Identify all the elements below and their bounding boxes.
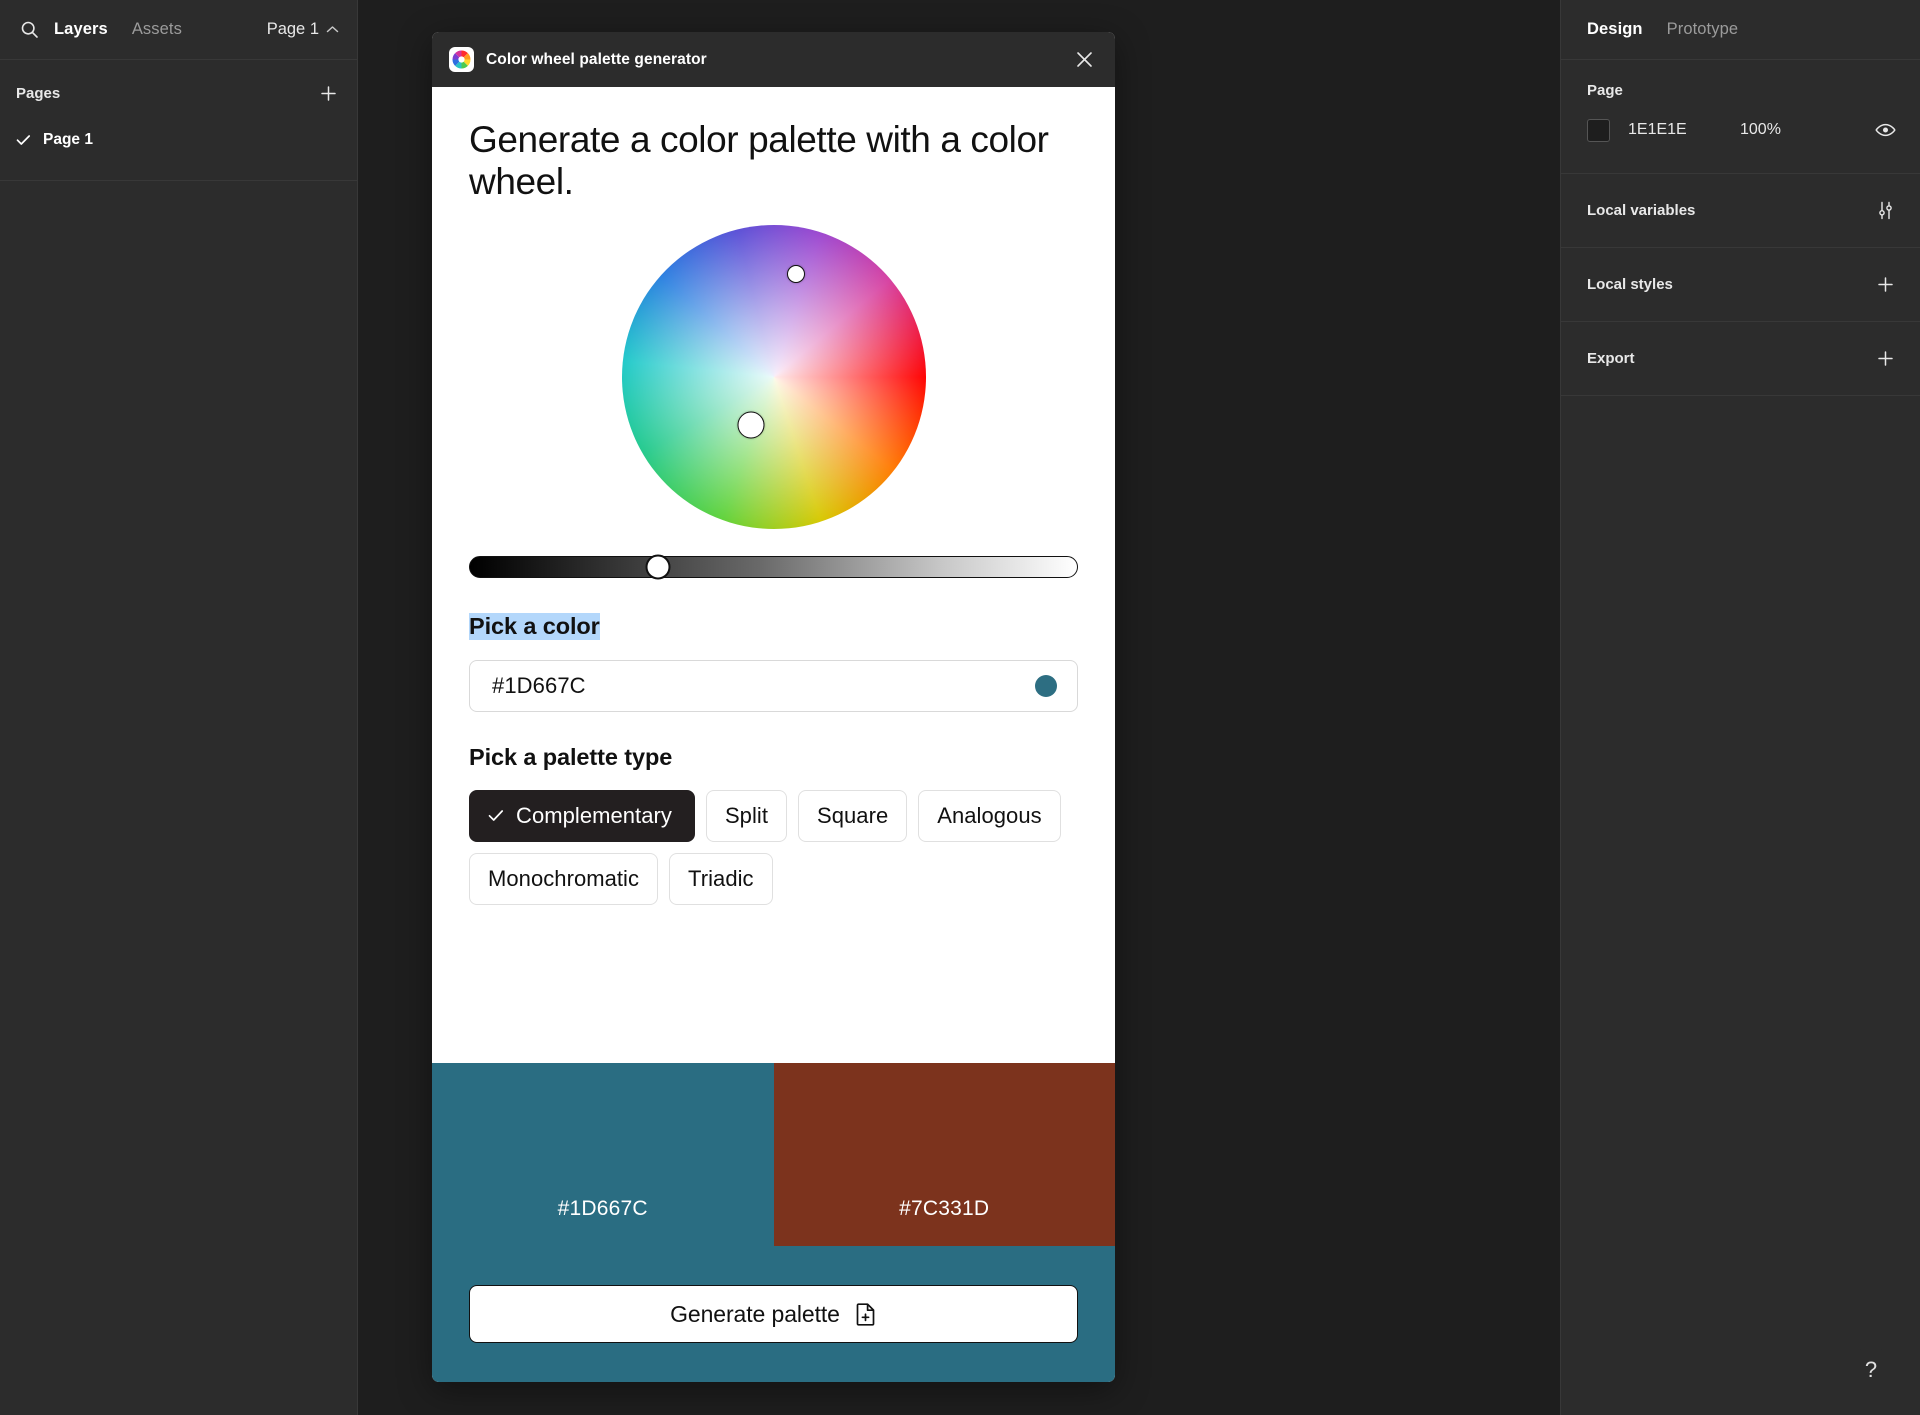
right-sidebar-tabs: Design Prototype xyxy=(1561,0,1920,60)
brightness-slider[interactable] xyxy=(469,554,1078,580)
right-sidebar: Design Prototype Page 1E1E1E 100% Local … xyxy=(1560,0,1920,1415)
add-export-button[interactable] xyxy=(1870,344,1900,374)
add-page-button[interactable] xyxy=(313,78,343,108)
plugin-heading: Generate a color palette with a color wh… xyxy=(469,119,1049,202)
plus-icon xyxy=(1877,351,1893,366)
plugin-title: Color wheel palette generator xyxy=(486,50,707,68)
brightness-slider-track[interactable] xyxy=(469,555,1078,578)
color-wheel-marker-primary[interactable] xyxy=(787,265,806,284)
palette-type-triadic[interactable]: Triadic xyxy=(669,852,773,905)
pick-a-palette-type-label: Pick a palette type xyxy=(469,743,673,770)
palette-swatch[interactable]: #7C331D xyxy=(773,1063,1115,1246)
plugin-footer: Generate palette xyxy=(432,1246,1115,1382)
page-section-title: Page xyxy=(1587,82,1623,99)
check-icon xyxy=(16,134,40,146)
local-styles-row[interactable]: Local styles xyxy=(1561,248,1920,322)
color-swatch-circle[interactable] xyxy=(1035,674,1057,697)
palette-type-split[interactable]: Split xyxy=(705,789,787,842)
local-variables-row[interactable]: Local variables xyxy=(1561,174,1920,248)
page-properties-section: Page 1E1E1E 100% xyxy=(1561,60,1920,174)
close-icon[interactable] xyxy=(1069,45,1099,75)
palette-type-monochromatic[interactable]: Monochromatic xyxy=(469,852,659,905)
plugin-dialog: Color wheel palette generator Generate a… xyxy=(432,32,1115,1382)
brightness-slider-thumb[interactable] xyxy=(645,554,671,580)
file-plus-icon xyxy=(856,1303,875,1326)
left-sidebar: Layers Assets Page 1 Pages Page 1 xyxy=(0,0,358,1415)
color-wheel[interactable] xyxy=(621,224,926,529)
color-hex-input[interactable]: #1D667C xyxy=(469,659,1078,712)
page-selector[interactable]: Page 1 xyxy=(267,20,343,39)
palette-type-analogous-label: Analogous xyxy=(937,802,1042,828)
palette-type-chip-group: Complementary Split Square Analogous Mon… xyxy=(469,789,1074,905)
palette-type-monochromatic-label: Monochromatic xyxy=(488,865,640,891)
page-fill-hex[interactable]: 1E1E1E xyxy=(1628,121,1740,139)
color-wheel-icon xyxy=(449,47,474,72)
color-wheel-marker-secondary[interactable] xyxy=(737,411,765,439)
left-sidebar-topbar: Layers Assets Page 1 xyxy=(0,0,357,60)
plugin-titlebar: Color wheel palette generator xyxy=(432,32,1115,87)
local-styles-label: Local styles xyxy=(1587,276,1673,293)
tab-prototype[interactable]: Prototype xyxy=(1667,20,1739,39)
export-row[interactable]: Export xyxy=(1561,322,1920,396)
sliders-icon[interactable] xyxy=(1870,196,1900,226)
plus-icon xyxy=(1877,277,1893,292)
palette-swatch[interactable]: #1D667C xyxy=(432,1063,774,1246)
page-selector-label: Page 1 xyxy=(266,20,319,38)
plus-icon xyxy=(320,85,336,101)
eye-icon[interactable] xyxy=(1870,115,1900,145)
generate-palette-button[interactable]: Generate palette xyxy=(469,1285,1078,1343)
palette-type-triadic-label: Triadic xyxy=(688,865,754,891)
page-fill-swatch[interactable] xyxy=(1587,118,1610,142)
palette-swatch-label: #1D667C xyxy=(557,1197,648,1220)
plugin-content: Generate a color palette with a color wh… xyxy=(432,87,1115,1063)
pages-section-header: Pages xyxy=(0,68,357,118)
chevron-up-icon xyxy=(326,26,339,33)
page-fill-row: 1E1E1E 100% xyxy=(1587,107,1900,153)
color-hex-value[interactable]: #1D667C xyxy=(492,673,1035,699)
palette-type-complementary-label: Complementary xyxy=(516,802,672,828)
page-list-item-label: Page 1 xyxy=(43,131,93,148)
pages-title: Pages xyxy=(16,84,61,102)
palette-type-split-label: Split xyxy=(724,802,768,828)
pick-a-color-section: Pick a color xyxy=(469,579,1078,640)
local-variables-label: Local variables xyxy=(1587,202,1696,219)
palette-preview: #1D667C #7C331D xyxy=(432,1063,1115,1246)
tab-assets[interactable]: Assets xyxy=(132,20,182,39)
tab-design[interactable]: Design xyxy=(1587,20,1643,39)
help-button-label: ? xyxy=(1864,1357,1878,1382)
palette-type-square[interactable]: Square xyxy=(797,789,908,842)
add-local-style-button[interactable] xyxy=(1870,270,1900,300)
search-icon[interactable] xyxy=(16,17,42,43)
generate-palette-label: Generate palette xyxy=(670,1300,840,1327)
export-label: Export xyxy=(1587,350,1635,367)
canvas-area[interactable]: Color wheel palette generator Generate a… xyxy=(358,0,1560,1415)
palette-type-complementary[interactable]: Complementary xyxy=(469,789,695,842)
color-wheel-container xyxy=(469,224,1078,529)
palette-type-square-label: Square xyxy=(816,802,889,828)
sidebar-divider xyxy=(0,180,357,181)
page-list-item[interactable]: Page 1 xyxy=(0,118,357,162)
check-icon xyxy=(488,810,504,821)
figma-app-window: Layers Assets Page 1 Pages Page 1 Color … xyxy=(0,0,1920,1415)
help-button[interactable]: ? xyxy=(1848,1347,1894,1393)
pick-a-color-label: Pick a color xyxy=(469,612,600,640)
tab-layers[interactable]: Layers xyxy=(54,20,108,39)
palette-swatch-label: #7C331D xyxy=(899,1197,990,1220)
palette-type-analogous[interactable]: Analogous xyxy=(918,789,1061,842)
page-fill-opacity[interactable]: 100% xyxy=(1740,121,1781,139)
